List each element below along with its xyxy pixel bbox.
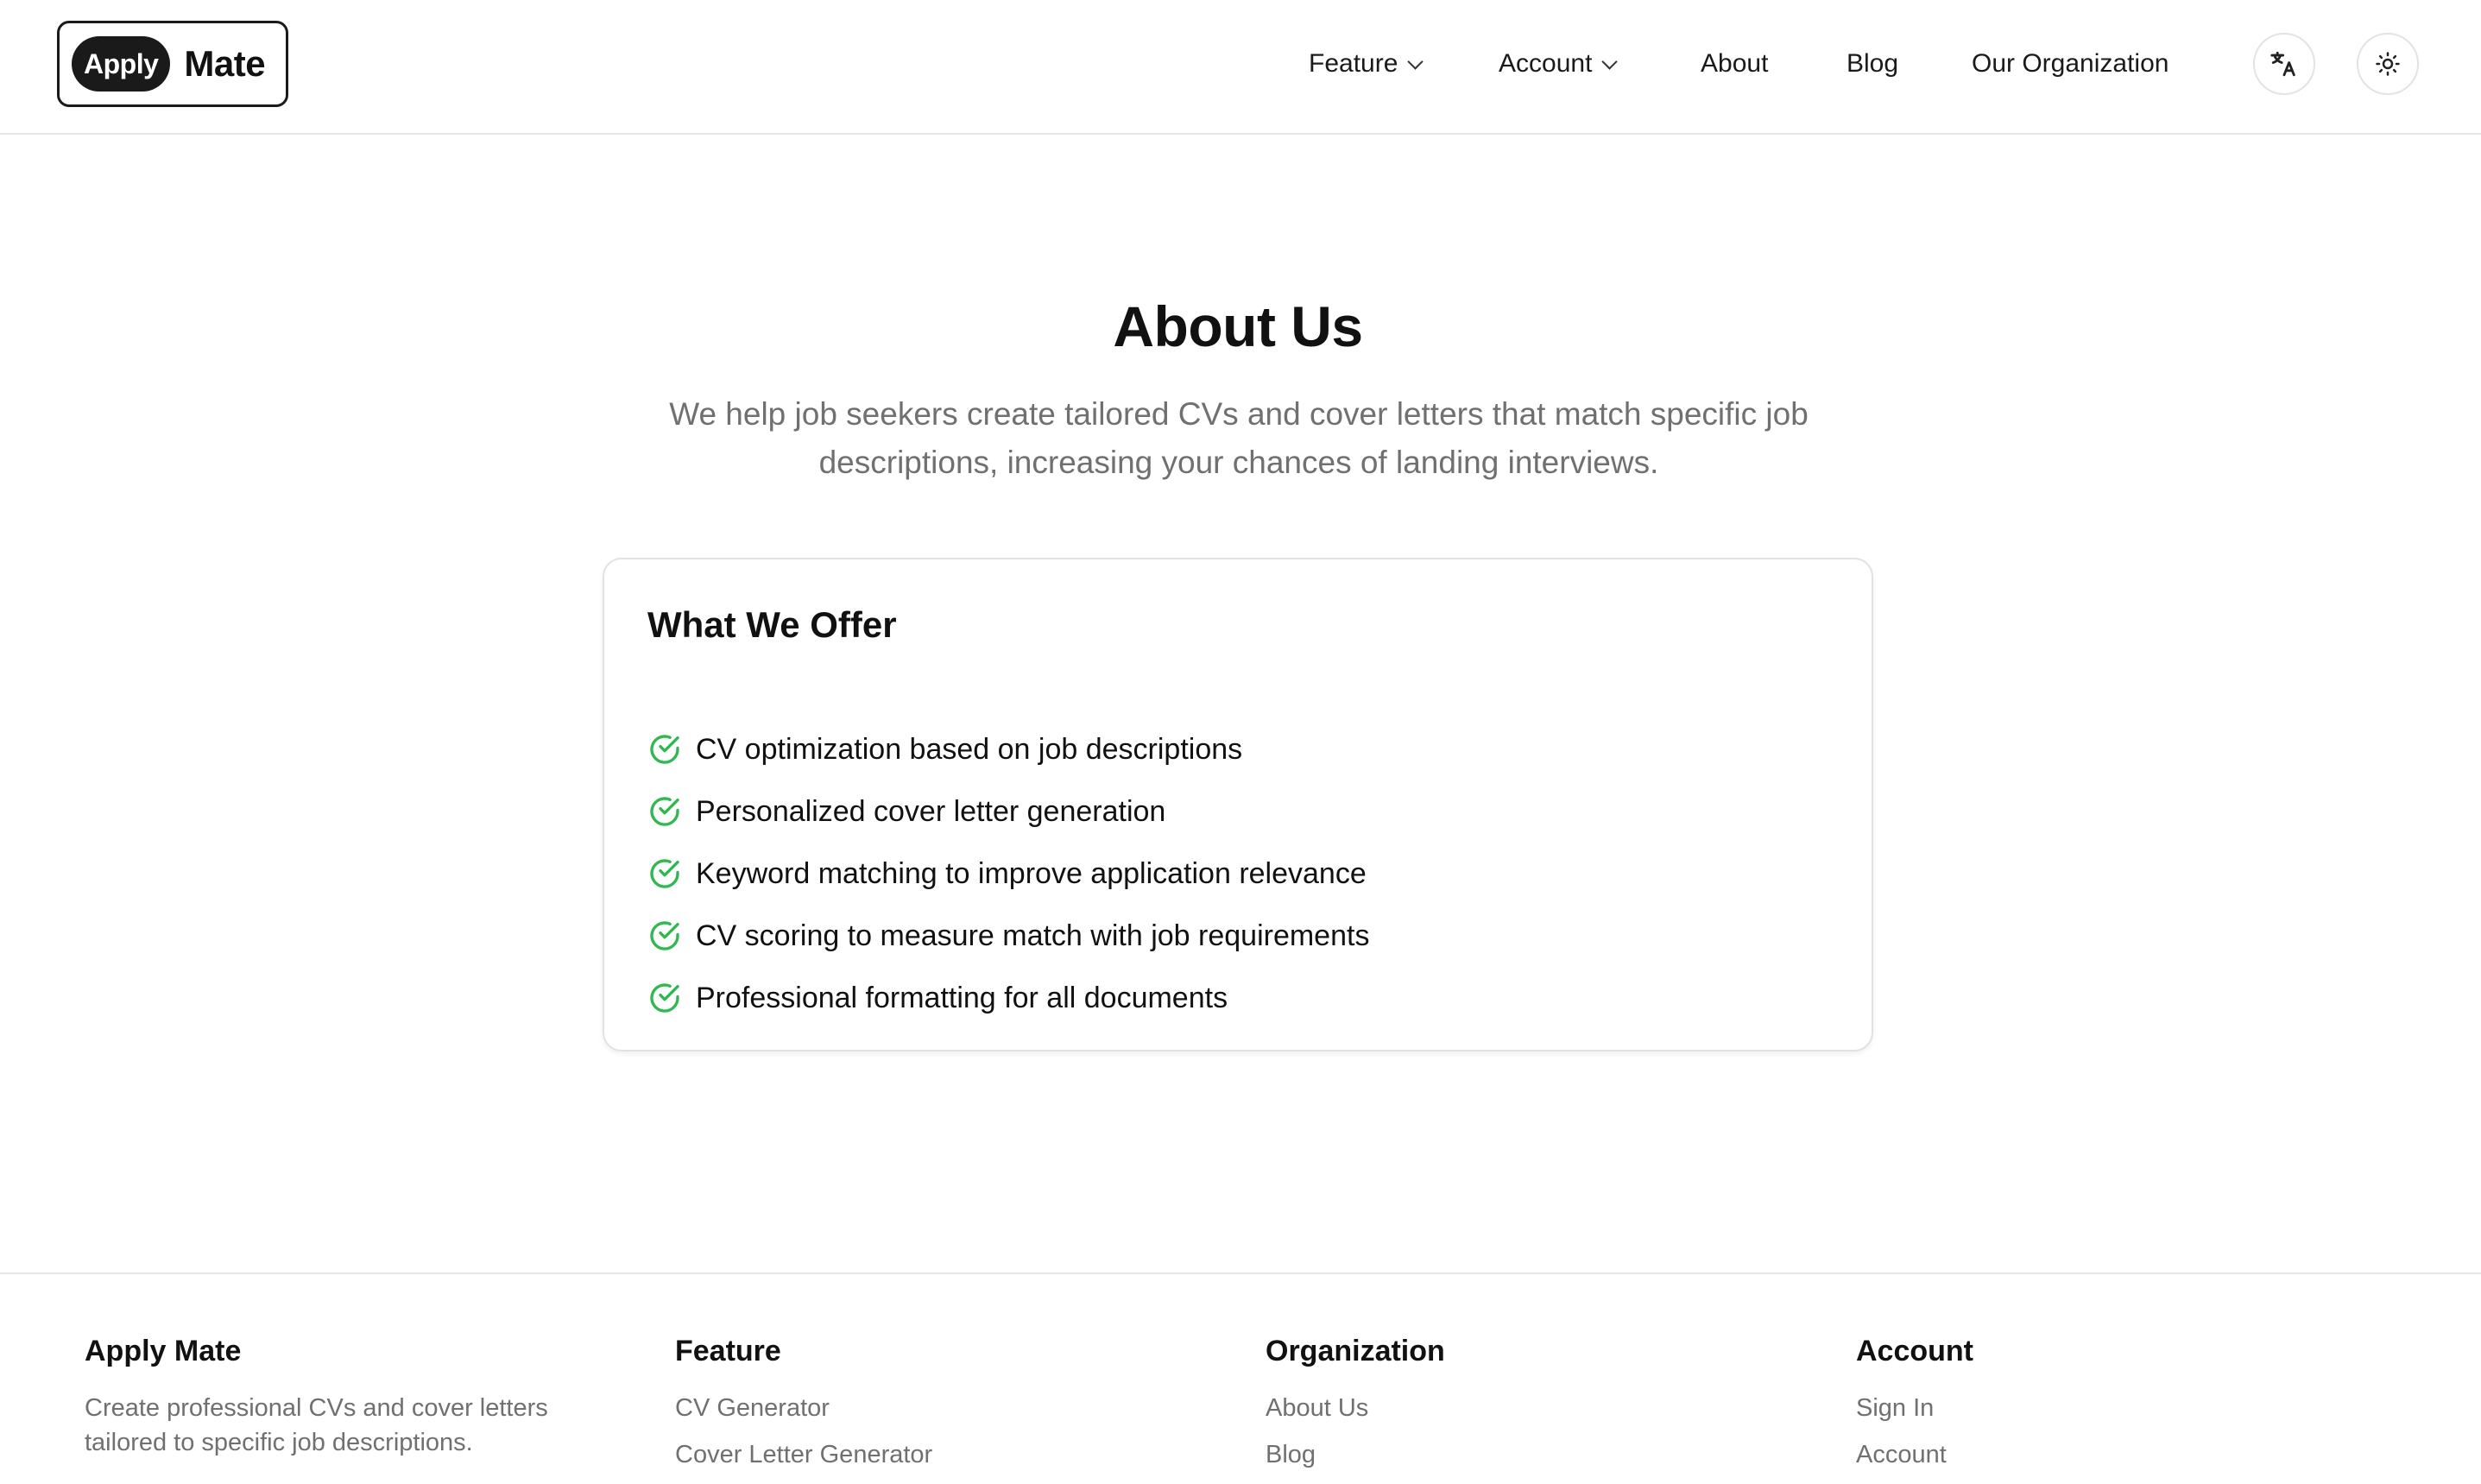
offer-item-text: Professional formatting for all document…	[696, 981, 1228, 1014]
page-title: About Us	[1113, 294, 1363, 358]
language-button[interactable]	[2253, 33, 2315, 95]
footer-link-about-us[interactable]: About Us	[1266, 1391, 1445, 1437]
chevron-down-icon	[1407, 53, 1424, 70]
nav-about[interactable]: About	[1701, 45, 1768, 83]
footer-link-account[interactable]: Account	[1856, 1437, 1973, 1484]
nav-organization[interactable]: Our Organization	[1972, 45, 2169, 83]
footer-organization-title: Organization	[1266, 1335, 1445, 1367]
chevron-down-icon	[1601, 53, 1619, 70]
offer-item-text: Keyword matching to improve application …	[696, 856, 1367, 890]
offer-list: CV optimization based on job description…	[647, 718, 1369, 1029]
nav-account-label: Account	[1499, 49, 1593, 78]
footer-link-sign-in[interactable]: Sign In	[1856, 1391, 1973, 1437]
footer-brand-title: Apply Mate	[85, 1335, 242, 1367]
footer-link-cover-letter-generator[interactable]: Cover Letter Generator	[675, 1437, 932, 1484]
nav-feature[interactable]: Feature	[1309, 45, 1424, 83]
theme-toggle-button[interactable]	[2357, 33, 2419, 95]
offer-card: What We Offer CV optimization based on j…	[603, 558, 1873, 1051]
offer-item: Professional formatting for all document…	[647, 967, 1369, 1029]
footer-account-column: Account Sign In Account	[1856, 1335, 1973, 1484]
nav-organization-label: Our Organization	[1972, 49, 2169, 78]
offer-item: Personalized cover letter generation	[647, 780, 1369, 843]
offer-item: Keyword matching to improve application …	[647, 843, 1369, 905]
footer-link-blog[interactable]: Blog	[1266, 1437, 1445, 1484]
check-circle-icon	[650, 797, 679, 826]
footer-brand-column: Apply Mate Create professional CVs and c…	[85, 1335, 620, 1460]
nav-account[interactable]: Account	[1499, 45, 1619, 83]
nav-about-label: About	[1701, 49, 1769, 78]
offer-item-text: CV optimization based on job description…	[696, 732, 1243, 766]
footer-feature-title: Feature	[675, 1335, 781, 1367]
check-circle-icon	[650, 921, 679, 950]
footer-link-cv-generator[interactable]: CV Generator	[675, 1391, 932, 1437]
logo-pill-text: Apply	[72, 36, 171, 92]
offer-item: CV optimization based on job description…	[647, 718, 1369, 780]
offer-item-text: CV scoring to measure match with job req…	[696, 919, 1370, 952]
offer-item: CV scoring to measure match with job req…	[647, 905, 1369, 967]
nav-blog[interactable]: Blog	[1847, 45, 1898, 83]
check-circle-icon	[650, 983, 679, 1013]
footer-organization-column: Organization About Us Blog	[1266, 1335, 1445, 1484]
nav-blog-label: Blog	[1847, 49, 1899, 78]
check-circle-icon	[650, 735, 679, 764]
offer-item-text: Personalized cover letter generation	[696, 794, 1166, 828]
logo-word-text: Mate	[184, 43, 266, 84]
check-circle-icon	[650, 859, 679, 888]
sun-icon	[2376, 52, 2400, 76]
translate-icon	[2270, 51, 2295, 77]
footer-brand-description: Create professional CVs and cover letter…	[85, 1394, 548, 1456]
site-footer: Apply Mate Create professional CVs and c…	[0, 1272, 2481, 1471]
footer-account-title: Account	[1856, 1335, 1973, 1367]
offer-card-title: What We Offer	[647, 604, 897, 645]
logo[interactable]: Apply Mate	[57, 21, 288, 107]
site-header: Apply Mate Feature Account About Blog Ou…	[0, 0, 2481, 135]
page-subtitle: We help job seekers create tailored CVs …	[669, 396, 1809, 480]
footer-feature-column: Feature CV Generator Cover Letter Genera…	[675, 1335, 932, 1484]
nav-feature-label: Feature	[1309, 49, 1398, 78]
